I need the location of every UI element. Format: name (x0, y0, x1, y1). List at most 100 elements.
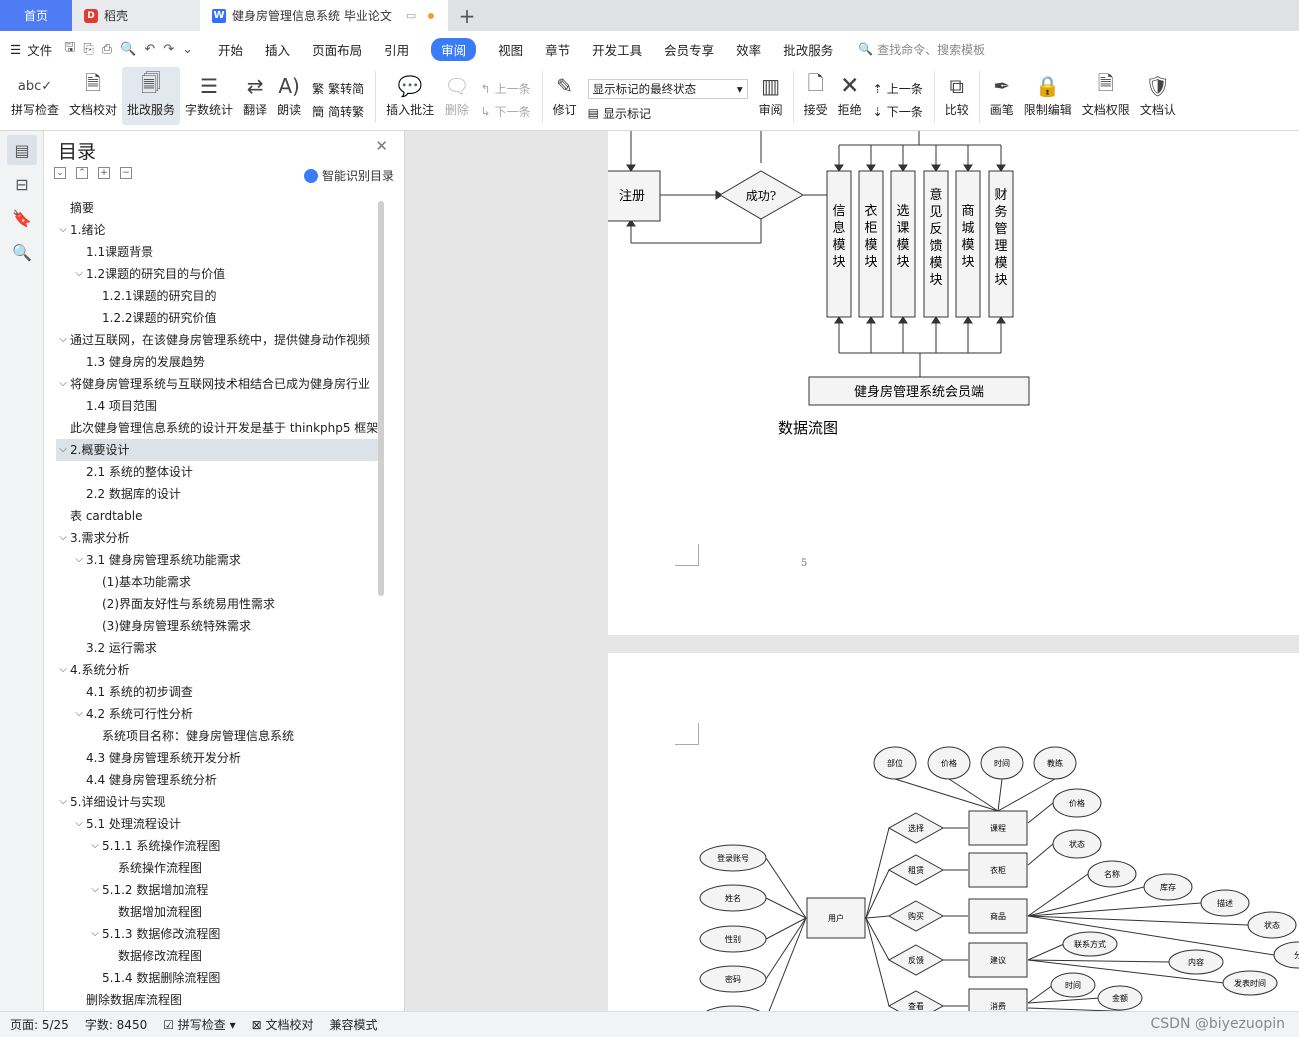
monitor-icon[interactable]: ▭ (406, 9, 416, 22)
document-area[interactable]: 注册 成功? 信息模块 衣柜模块 选课模块 意见反馈模块 商城模块 财务管理模块 健身房管… (405, 131, 1299, 1011)
tab-daoke[interactable]: D 稻壳 (72, 0, 200, 31)
toc-item[interactable]: 1.2.1课题的研究目的 (56, 285, 381, 307)
toc-item[interactable]: ⌵ 2.概要设计 (56, 439, 381, 461)
doc-certify-button[interactable]: 🛡 文档认 (1135, 67, 1181, 125)
menu-grade-service[interactable]: 批改服务 (783, 40, 833, 59)
toc-item[interactable]: (1)基本功能需求 (56, 571, 381, 593)
toc-item[interactable]: 5.1.4 数据删除流程图 (56, 967, 381, 989)
show-markup-button[interactable]: ▤ 显示标记 (588, 105, 748, 122)
toc-item[interactable]: ⌵ 5.1.3 数据修改流程图 (56, 923, 381, 945)
toc-item[interactable]: ⌵ 5.1 处理流程设计 (56, 813, 381, 835)
toc-item[interactable]: 1.3 健身房的发展趋势 (56, 351, 381, 373)
chevron-down-icon[interactable]: ⌵ (88, 923, 102, 945)
chevron-down-icon[interactable]: ⌵ (72, 263, 86, 285)
toc-item[interactable]: ⌵ 3.需求分析 (56, 527, 381, 549)
toc-item[interactable]: ⌵ 4.系统分析 (56, 659, 381, 681)
outline-icon[interactable]: ⊟ (7, 169, 37, 199)
to-traditional-button[interactable]: 簡简转繁 (312, 103, 364, 120)
delete-comment-button[interactable]: 🗨 删除 (439, 67, 474, 125)
toc-item[interactable]: 此次健身管理信息系统的设计开发是基于 thinkphp5 框架 (56, 417, 381, 439)
toc-item[interactable]: ⌵ 5.1.2 数据增加流程 (56, 879, 381, 901)
chevron-down-icon[interactable]: ⌵ (72, 813, 86, 835)
menu-view[interactable]: 视图 (498, 40, 523, 59)
menu-insert[interactable]: 插入 (265, 40, 290, 59)
revise-button[interactable]: ✎ 修订 (548, 67, 582, 125)
to-simplified-button[interactable]: 繁繁转简 (312, 80, 364, 97)
toc-item[interactable]: (2)界面友好性与系统易用性需求 (56, 593, 381, 615)
markup-state-select[interactable]: 显示标记的最终状态 ▾ (587, 78, 748, 99)
chevron-down-icon[interactable]: ⌵ (88, 835, 102, 857)
toc-item[interactable]: 系统项目名称：健身房管理信息系统 (56, 725, 381, 747)
spell-check-status[interactable]: ☑ 拼写检查 ▾ (163, 1016, 235, 1033)
bookmark-icon[interactable]: 🔖 (7, 203, 37, 233)
add-heading-icon[interactable]: + (98, 167, 110, 179)
menu-start[interactable]: 开始 (218, 40, 243, 59)
toc-item[interactable]: 1.4 项目范围 (56, 395, 381, 417)
menu-reference[interactable]: 引用 (384, 40, 409, 59)
chevron-down-icon[interactable]: ⌵ (56, 527, 70, 549)
chevron-down-icon[interactable]: ⌵ (56, 791, 70, 813)
chevron-down-icon[interactable]: ⌵ (56, 659, 70, 681)
menu-member[interactable]: 会员专享 (664, 40, 714, 59)
accept-button[interactable]: 🗋 接受 (799, 67, 833, 125)
toc-item[interactable]: 数据增加流程图 (56, 901, 381, 923)
toc-item[interactable]: 2.2 数据库的设计 (56, 483, 381, 505)
toc-item[interactable]: ⌵ 3.1 健身房管理系统功能需求 (56, 549, 381, 571)
toc-item[interactable]: 1.2.2课题的研究价值 (56, 307, 381, 329)
undo-icon[interactable]: ↶ (144, 42, 155, 57)
word-count-button[interactable]: ☰ 字数统计 (180, 67, 238, 125)
collapse-all-icon[interactable]: ⌃ (76, 167, 88, 179)
find-icon[interactable]: 🔍 (7, 237, 37, 267)
doc-check-status[interactable]: ⊠ 文档校对 (252, 1016, 314, 1033)
chevron-down-icon[interactable]: ⌵ (56, 373, 70, 395)
toc-item[interactable]: ⌵ 1.绪论 (56, 219, 381, 241)
redo-icon[interactable]: ↷ (163, 42, 174, 57)
toc-item[interactable]: (3)健身房管理系统特殊需求 (56, 615, 381, 637)
spell-check-button[interactable]: abc✓ 拼写检查 (6, 67, 64, 125)
toc-item[interactable]: 2.1 系统的整体设计 (56, 461, 381, 483)
expand-all-icon[interactable]: ⌄ (54, 167, 66, 179)
toc-item[interactable]: ⌵ 通过互联网，在该健身房管理系统中，提供健身动作视频 (56, 329, 381, 351)
menu-section[interactable]: 章节 (545, 40, 570, 59)
toc-item[interactable]: 表 cardtable (56, 505, 381, 527)
new-tab-button[interactable]: + (448, 0, 486, 31)
toc-panel-icon[interactable]: ▤ (7, 135, 37, 165)
file-menu[interactable]: ☰ 文件 (10, 40, 52, 59)
toc-item[interactable]: ⌵ 5.1.1 系统操作流程图 (56, 835, 381, 857)
toc-item[interactable]: 摘要 (56, 197, 381, 219)
next-revision-button[interactable]: ⇣ 下一条 (873, 103, 923, 120)
command-search[interactable]: 🔍 查找命令、搜索模板 (858, 41, 985, 58)
chevron-down-icon[interactable]: ⌵ (72, 703, 86, 725)
toc-item[interactable]: 系统操作流程图 (56, 857, 381, 879)
chevron-down-icon[interactable]: ⌵ (88, 879, 102, 901)
toc-item[interactable]: ⌵ 4.2 系统可行性分析 (56, 703, 381, 725)
toc-item[interactable]: ⌵ 5.详细设计与实现 (56, 791, 381, 813)
page-indicator[interactable]: 页面: 5/25 (10, 1016, 69, 1033)
chevron-down-icon[interactable]: ⌵ (56, 219, 70, 241)
toc-item[interactable]: 删除数据库流程图 (56, 989, 381, 1011)
toc-item[interactable]: 数据修改流程图 (56, 945, 381, 967)
toc-item[interactable]: 1.1课题背景 (56, 241, 381, 263)
smart-toc-button[interactable]: 智能识别目录 (303, 167, 394, 184)
menu-efficiency[interactable]: 效率 (736, 40, 761, 59)
toc-item[interactable]: 3.2 运行需求 (56, 637, 381, 659)
menu-review[interactable]: 审阅 (431, 37, 477, 61)
save-icon[interactable]: 🖫 (64, 38, 75, 60)
prev-revision-button[interactable]: ⇡ 上一条 (873, 80, 923, 97)
insert-comment-button[interactable]: 💬 插入批注 (381, 67, 439, 125)
toc-item[interactable]: 4.3 健身房管理系统开发分析 (56, 747, 381, 769)
doc-check-button[interactable]: 🗎 文档校对 (64, 67, 122, 125)
print-preview-icon[interactable]: 🔍 (120, 42, 136, 57)
toc-scrollbar[interactable] (378, 201, 384, 596)
translate-button[interactable]: ⇄ 翻译 (238, 67, 272, 125)
next-comment-button[interactable]: ↳ 下一条 (481, 103, 531, 120)
toc-item[interactable]: ⌵ 将健身房管理系统与互联网技术相结合已成为健身房行业 (56, 373, 381, 395)
toc-item[interactable]: ⌵ 1.2课题的研究目的与价值 (56, 263, 381, 285)
close-icon[interactable]: ✕ (375, 137, 388, 155)
doc-permission-button[interactable]: 🗎 文档权限 (1077, 67, 1135, 125)
pen-button[interactable]: ✒ 画笔 (985, 67, 1019, 125)
chevron-down-icon[interactable]: ⌵ (72, 549, 86, 571)
print-icon[interactable]: ⎙ (102, 42, 112, 57)
word-count-indicator[interactable]: 字数: 8450 (85, 1016, 147, 1033)
toc-item[interactable]: 4.1 系统的初步调查 (56, 681, 381, 703)
